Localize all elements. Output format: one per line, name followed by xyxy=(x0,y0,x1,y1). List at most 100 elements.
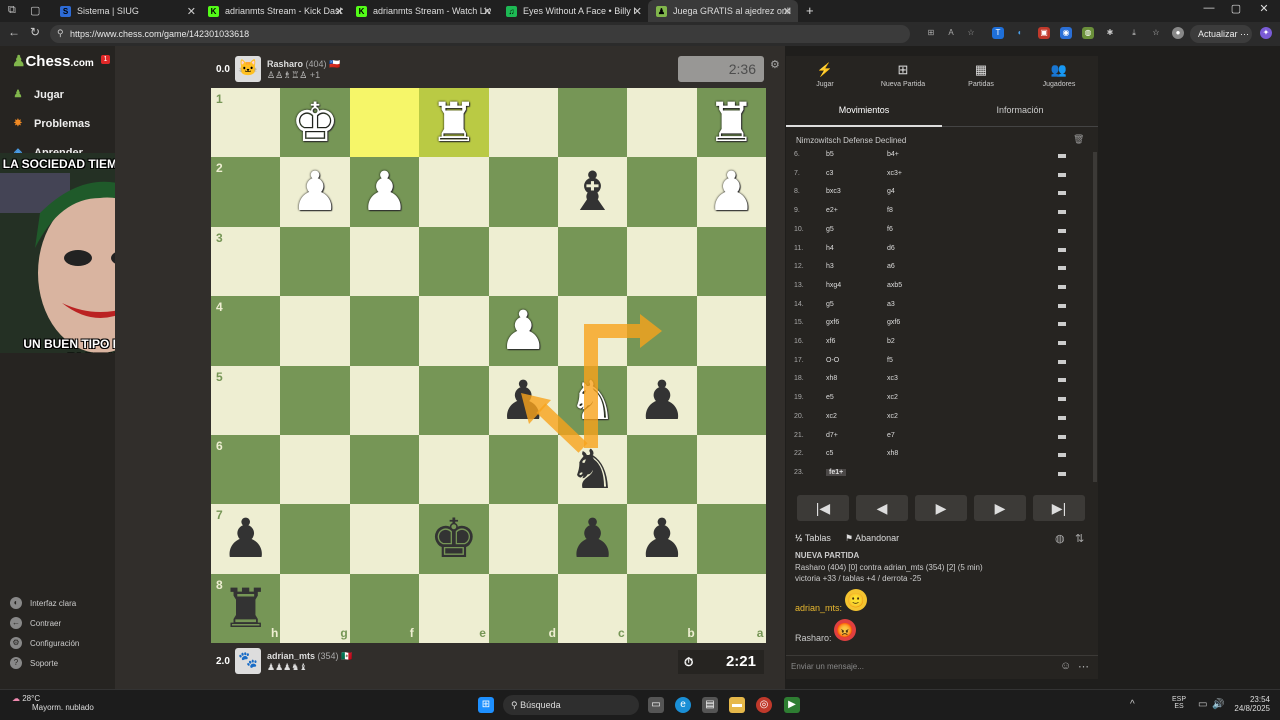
board-square-g3[interactable] xyxy=(280,226,350,297)
back-icon[interactable]: ← xyxy=(8,25,20,39)
minimize-button[interactable]: — xyxy=(1195,2,1223,14)
play-move-button[interactable]: ▶ xyxy=(974,495,1026,521)
sidebar-item-settings[interactable]: ⚙ Configuración xyxy=(10,637,79,649)
tab-nueva-partida[interactable]: ⊞ Nueva Partida xyxy=(868,62,938,88)
board-square-a8[interactable] xyxy=(696,573,766,643)
window-menu-icon[interactable]: ⧉ xyxy=(8,4,16,17)
black-move[interactable]: xc3+ xyxy=(887,170,902,177)
board-square-g1[interactable]: ♚ xyxy=(280,88,350,158)
extension-icon[interactable]: T xyxy=(992,27,1004,39)
black-move[interactable]: d6 xyxy=(887,245,895,252)
black-move[interactable]: axb5 xyxy=(887,282,902,289)
black-move[interactable]: e7 xyxy=(887,432,895,439)
last-move-button[interactable]: ▶| xyxy=(1033,495,1085,521)
board-square-b1[interactable] xyxy=(627,88,697,158)
tab-actions-icon[interactable]: ▢ xyxy=(30,4,40,17)
sidebar-item-jugar[interactable]: ♟ Jugar xyxy=(10,87,64,103)
black-move[interactable]: g4 xyxy=(887,188,895,195)
board-square-f4[interactable] xyxy=(349,296,420,366)
white-move[interactable]: g5 xyxy=(826,226,834,233)
flip-board-icon[interactable]: ⇅ xyxy=(1075,532,1084,545)
close-tab-icon[interactable]: ✕ xyxy=(483,5,492,18)
board-square-c3[interactable] xyxy=(557,226,628,297)
copilot-icon[interactable]: ✦ xyxy=(1260,27,1272,39)
board-square-a7[interactable] xyxy=(696,504,766,574)
black-knight-piece[interactable]: ♞ xyxy=(558,435,627,504)
black-move[interactable]: xc3 xyxy=(887,375,898,382)
board-square-f5[interactable] xyxy=(349,365,420,435)
sidebar-item-problemas[interactable]: ✸ Problemas xyxy=(10,116,90,132)
white-move[interactable]: fe1+ xyxy=(826,468,847,476)
board-square-a4[interactable] xyxy=(696,296,766,366)
black-pawn-piece[interactable]: ♟ xyxy=(489,366,558,435)
board-square-b6[interactable] xyxy=(627,434,697,505)
white-move[interactable]: g5 xyxy=(826,301,834,308)
reload-icon[interactable]: ↻ xyxy=(30,25,40,39)
white-move[interactable]: b5 xyxy=(826,151,834,158)
board-square-e5[interactable] xyxy=(419,365,489,435)
black-move[interactable]: xc2 xyxy=(887,413,898,420)
sidebar-item-support[interactable]: ? Soporte xyxy=(10,657,58,669)
delete-icon[interactable]: 🗑 xyxy=(1073,134,1084,145)
chrome-icon[interactable]: ◎ xyxy=(756,697,772,713)
tab-jugadores[interactable]: 👥 Jugadores xyxy=(1024,62,1094,88)
prev-move-button[interactable]: ◀ xyxy=(856,495,908,521)
board-square-c2[interactable]: ♝ xyxy=(557,157,628,227)
profile-avatar[interactable]: ● xyxy=(1172,27,1184,39)
black-move[interactable]: xh8 xyxy=(887,450,898,457)
new-tab-button[interactable]: + xyxy=(806,3,814,18)
white-king-piece[interactable]: ♚ xyxy=(280,88,349,157)
black-pawn-piece[interactable]: ♟ xyxy=(627,504,696,573)
board-square-f3[interactable] xyxy=(349,226,420,297)
extension-icon[interactable]: ◐ xyxy=(1014,27,1026,39)
board-square-d7[interactable] xyxy=(488,504,558,574)
white-move[interactable]: O-O xyxy=(826,357,839,364)
close-window-button[interactable]: ✕ xyxy=(1250,2,1278,15)
first-move-button[interactable]: |◀ xyxy=(797,495,849,521)
file-explorer-icon[interactable]: ▬ xyxy=(729,697,745,713)
draw-button[interactable]: ½ Tablas xyxy=(795,533,831,543)
extension-icon[interactable]: ◍ xyxy=(1082,27,1094,39)
search-box[interactable]: ⚲ Búsqueda xyxy=(503,695,639,715)
board-square-c4[interactable] xyxy=(557,296,628,366)
board-square-c5[interactable]: ♞ xyxy=(557,365,628,435)
board-square-c6[interactable]: ♞ xyxy=(557,434,628,505)
white-pawn-piece[interactable]: ♟ xyxy=(697,157,766,226)
board-square-e7[interactable]: ♚ xyxy=(419,504,489,574)
sidebar-item-light-mode[interactable]: ◐ Interfaz clara xyxy=(10,597,76,609)
top-player-avatar[interactable]: 🐱 xyxy=(235,56,261,82)
black-move[interactable]: f5 xyxy=(887,357,893,364)
weather-widget[interactable]: ☁ 28°C Mayorm. nublado xyxy=(12,694,94,712)
browser-tab[interactable]: Kadrianmts Stream - Watch Live o ✕ xyxy=(348,0,498,22)
white-move[interactable]: e5 xyxy=(826,394,834,401)
bottom-player-avatar[interactable]: 🐾 xyxy=(235,648,261,674)
app-icon[interactable]: ▶ xyxy=(784,697,800,713)
move-list-scrollbar[interactable] xyxy=(1093,152,1097,482)
favorites-icon[interactable]: ☆ xyxy=(1150,27,1162,39)
white-move[interactable]: xf6 xyxy=(826,338,835,345)
board-square-a3[interactable] xyxy=(696,226,766,297)
board-square-b8[interactable] xyxy=(627,573,697,643)
white-move[interactable]: xc2 xyxy=(826,413,837,420)
task-view-icon[interactable]: ▭ xyxy=(648,697,664,713)
store-icon[interactable]: ▤ xyxy=(702,697,718,713)
board-square-e3[interactable] xyxy=(419,226,489,297)
board-square-b2[interactable] xyxy=(627,157,697,227)
black-move[interactable]: a6 xyxy=(887,263,895,270)
board-square-c1[interactable] xyxy=(557,88,628,158)
top-player-info[interactable]: Rasharo (404) 🇨🇱 xyxy=(267,59,340,70)
tab-jugar[interactable]: ⚡ Jugar xyxy=(790,62,860,88)
board-square-a2[interactable]: ♟ xyxy=(696,157,766,227)
black-pawn-piece[interactable]: ♟ xyxy=(627,366,696,435)
black-move[interactable]: a3 xyxy=(887,301,895,308)
board-square-b4[interactable] xyxy=(627,296,697,366)
chess-board[interactable]: ♚ ♜ ♜ ♟ ♟ ♝ ♟ ♟ ♟ ♞ ♟ ♞ ♟ ♚ ♟ ♟ ♜ xyxy=(211,88,766,643)
sidebar-item-collapse[interactable]: ← Contraer xyxy=(10,617,61,629)
board-square-e2[interactable] xyxy=(419,157,489,227)
black-move[interactable]: xc2 xyxy=(887,394,898,401)
board-square-g5[interactable] xyxy=(280,365,350,435)
black-move[interactable]: b2 xyxy=(887,338,895,345)
close-tab-icon[interactable]: ✕ xyxy=(187,5,196,18)
close-tab-icon[interactable]: ✕ xyxy=(335,5,344,18)
board-square-f1[interactable] xyxy=(349,88,420,158)
